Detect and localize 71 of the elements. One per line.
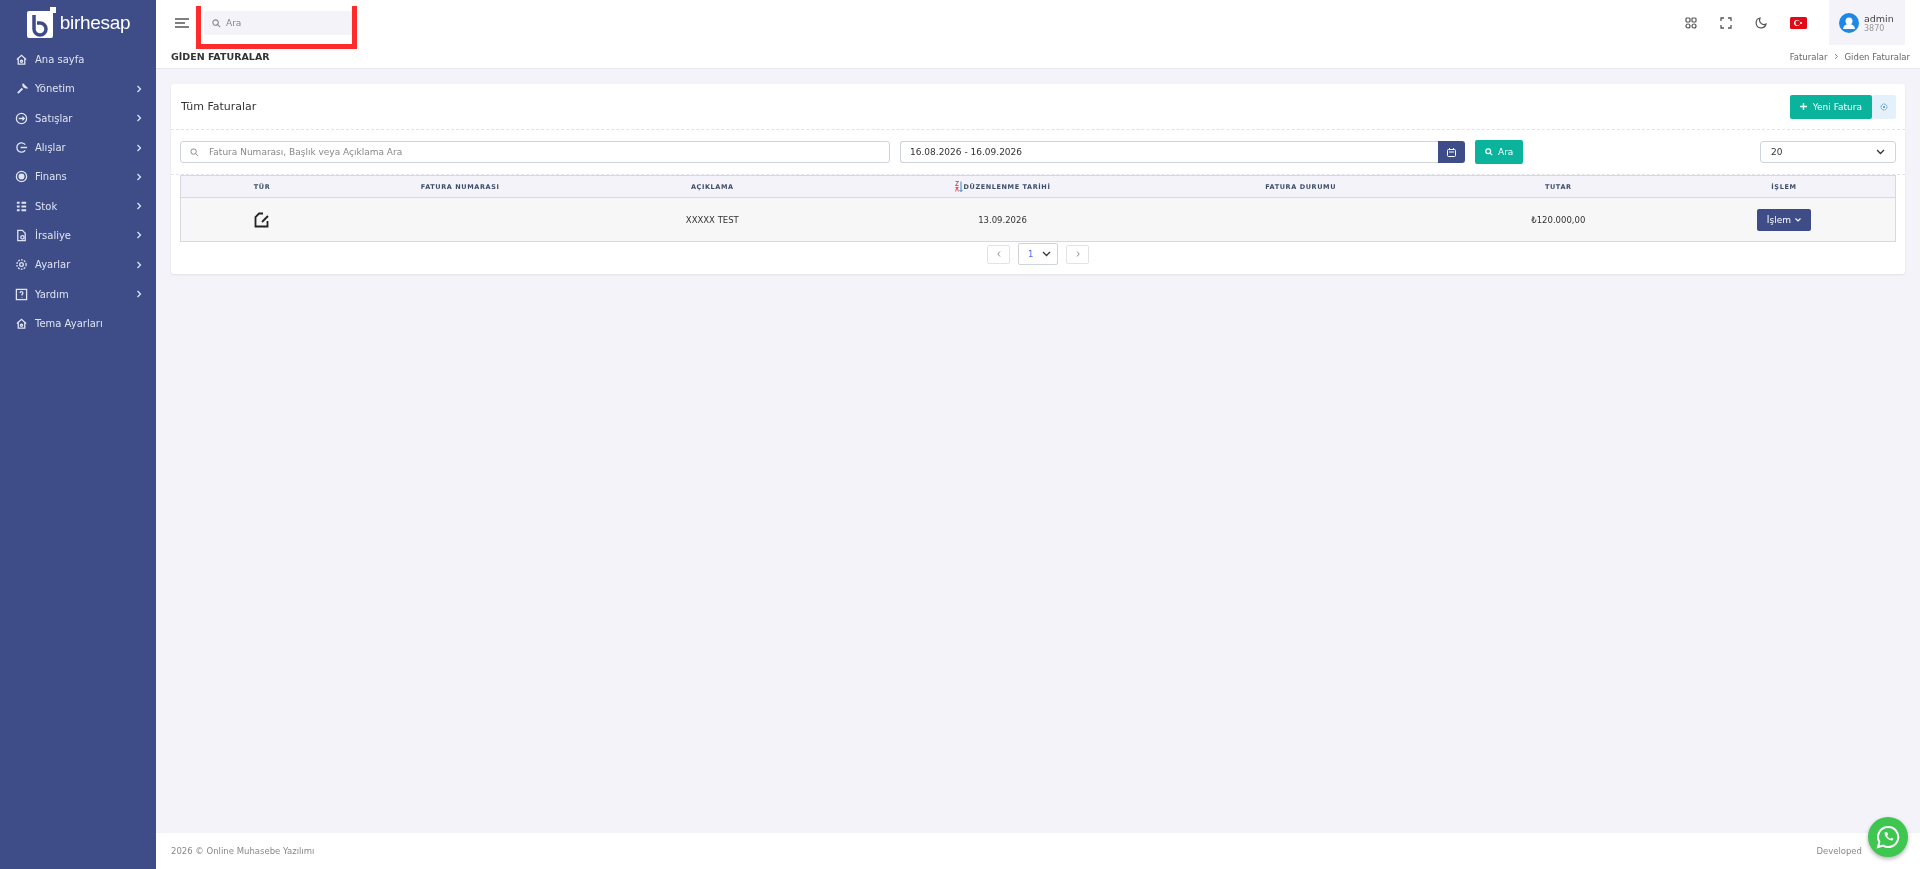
calendar-icon xyxy=(1447,147,1456,157)
chevron-down-icon xyxy=(1876,149,1885,155)
chevron-right-icon xyxy=(136,114,142,123)
sidebar-item[interactable]: Alışlar xyxy=(0,132,156,163)
sidebar-item[interactable]: Stok xyxy=(0,191,156,221)
menu-item-icon xyxy=(15,53,28,67)
menu-item-icon xyxy=(15,228,28,242)
settings-icon xyxy=(1880,102,1888,111)
user-id: 3870 xyxy=(1864,23,1886,33)
sidebar-item[interactable]: Yardım xyxy=(0,279,156,309)
sidebar-item[interactable]: Ana sayfa xyxy=(0,45,156,75)
flag-icon[interactable] xyxy=(1790,16,1807,29)
date-range-field[interactable]: 16.08.2026 - 16.09.2026 xyxy=(900,141,1438,163)
menu-item-icon xyxy=(15,170,28,184)
logo-icon xyxy=(25,6,56,39)
chevron-right-icon xyxy=(136,202,142,211)
breadcrumb-item: Giden Faturalar xyxy=(1844,51,1910,62)
search-icon xyxy=(190,148,199,157)
sidebar-item[interactable]: İrsaliye xyxy=(0,220,156,251)
fullscreen-icon[interactable] xyxy=(1720,16,1732,29)
search-icon xyxy=(1485,148,1493,156)
page-title: GİDEN FATURALAR xyxy=(171,51,271,62)
action-dropdown-button[interactable]: İşlem xyxy=(1756,208,1811,231)
chevron-right-icon xyxy=(136,290,142,298)
sidebar-item[interactable]: Satışlar xyxy=(0,103,156,133)
menu-item-icon xyxy=(15,82,28,96)
chevron-left-icon xyxy=(996,251,1001,257)
chevron-right-icon xyxy=(136,231,142,240)
table-cell: ₺120.000,00 xyxy=(1531,214,1586,225)
developer-credit: Developed xyxy=(1816,846,1862,856)
menu-item-icon xyxy=(15,141,28,155)
plus-icon xyxy=(1799,103,1807,110)
sidebar-item[interactable]: Yönetim xyxy=(0,74,156,104)
menu-item-icon xyxy=(15,111,28,125)
sidebar-item[interactable]: Tema Ayarları xyxy=(0,308,156,338)
table-cell: 13.09.2026 xyxy=(978,214,1027,225)
chevron-right-icon xyxy=(1833,53,1839,60)
chevron-right-icon xyxy=(1075,251,1080,257)
menu-item-icon xyxy=(15,316,28,330)
search-icon xyxy=(212,18,221,28)
whatsapp-button[interactable] xyxy=(1868,817,1908,857)
sidebar-item[interactable]: Finans xyxy=(0,162,156,192)
avatar-icon xyxy=(1839,12,1859,33)
chevron-right-icon xyxy=(136,172,142,181)
copyright-text: 2026 © Online Muhasebe Yazılımı xyxy=(171,846,315,856)
sort-icon[interactable] xyxy=(954,181,963,192)
logo-text: birhesap xyxy=(59,11,131,34)
search-field[interactable]: Ara xyxy=(204,10,355,35)
edit-document-icon xyxy=(254,211,271,228)
apps-grid-icon[interactable] xyxy=(1685,16,1697,29)
menu-item-icon xyxy=(15,287,28,301)
invoice-search-field[interactable]: Fatura Numarası, Başlık veya Açıklama Ara xyxy=(180,141,890,163)
card-title: Tüm Faturalar xyxy=(181,100,257,113)
user-menu[interactable]: admin 3870 xyxy=(1829,0,1905,45)
chevron-down-icon xyxy=(1042,251,1051,257)
menu-icon[interactable] xyxy=(175,17,189,28)
menu-item-icon xyxy=(15,258,28,272)
menu-item-icon xyxy=(15,199,28,213)
sidebar-item[interactable]: Ayarlar xyxy=(0,250,156,280)
chevron-right-icon xyxy=(136,260,142,269)
user-name: admin xyxy=(1864,12,1894,24)
moon-icon[interactable] xyxy=(1755,16,1767,29)
page-select[interactable]: 1 xyxy=(1018,243,1058,265)
chevron-right-icon xyxy=(136,143,142,152)
page-size-select[interactable]: 20 xyxy=(1760,141,1896,163)
chat-phone-icon xyxy=(1876,825,1900,849)
chevron-right-icon xyxy=(136,84,142,93)
breadcrumb-item[interactable]: Faturalar xyxy=(1789,51,1828,62)
table-cell: XXXXX TEST xyxy=(685,214,739,225)
calendar-button[interactable] xyxy=(1438,141,1465,163)
chevron-down-icon xyxy=(1795,217,1801,222)
